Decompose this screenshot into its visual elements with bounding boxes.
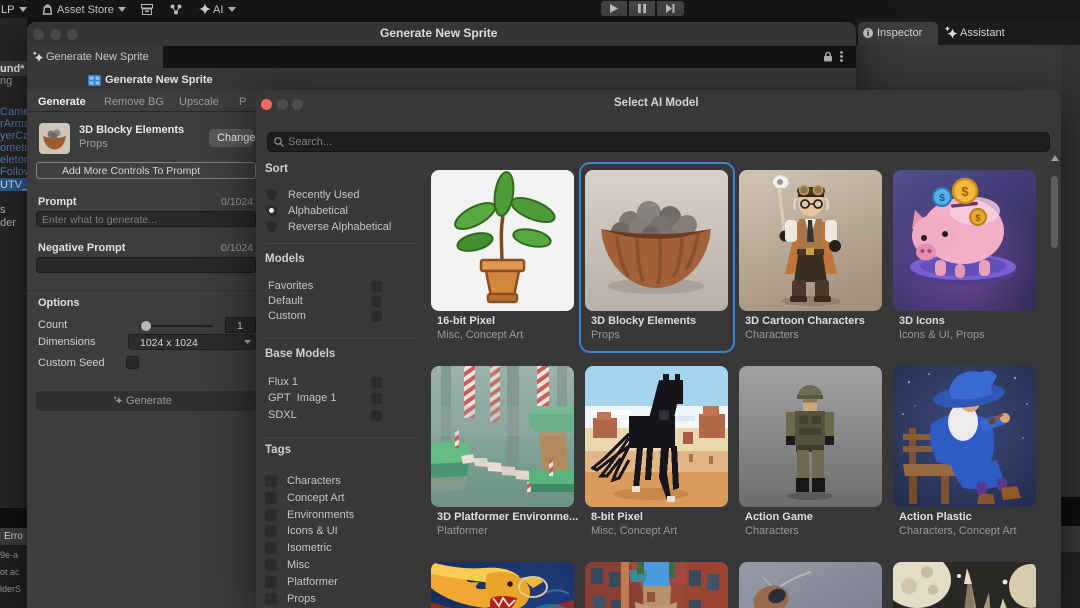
svg-text:$: $ [975,213,980,223]
svg-text:$: $ [961,184,969,199]
svg-text:$: $ [939,193,945,204]
